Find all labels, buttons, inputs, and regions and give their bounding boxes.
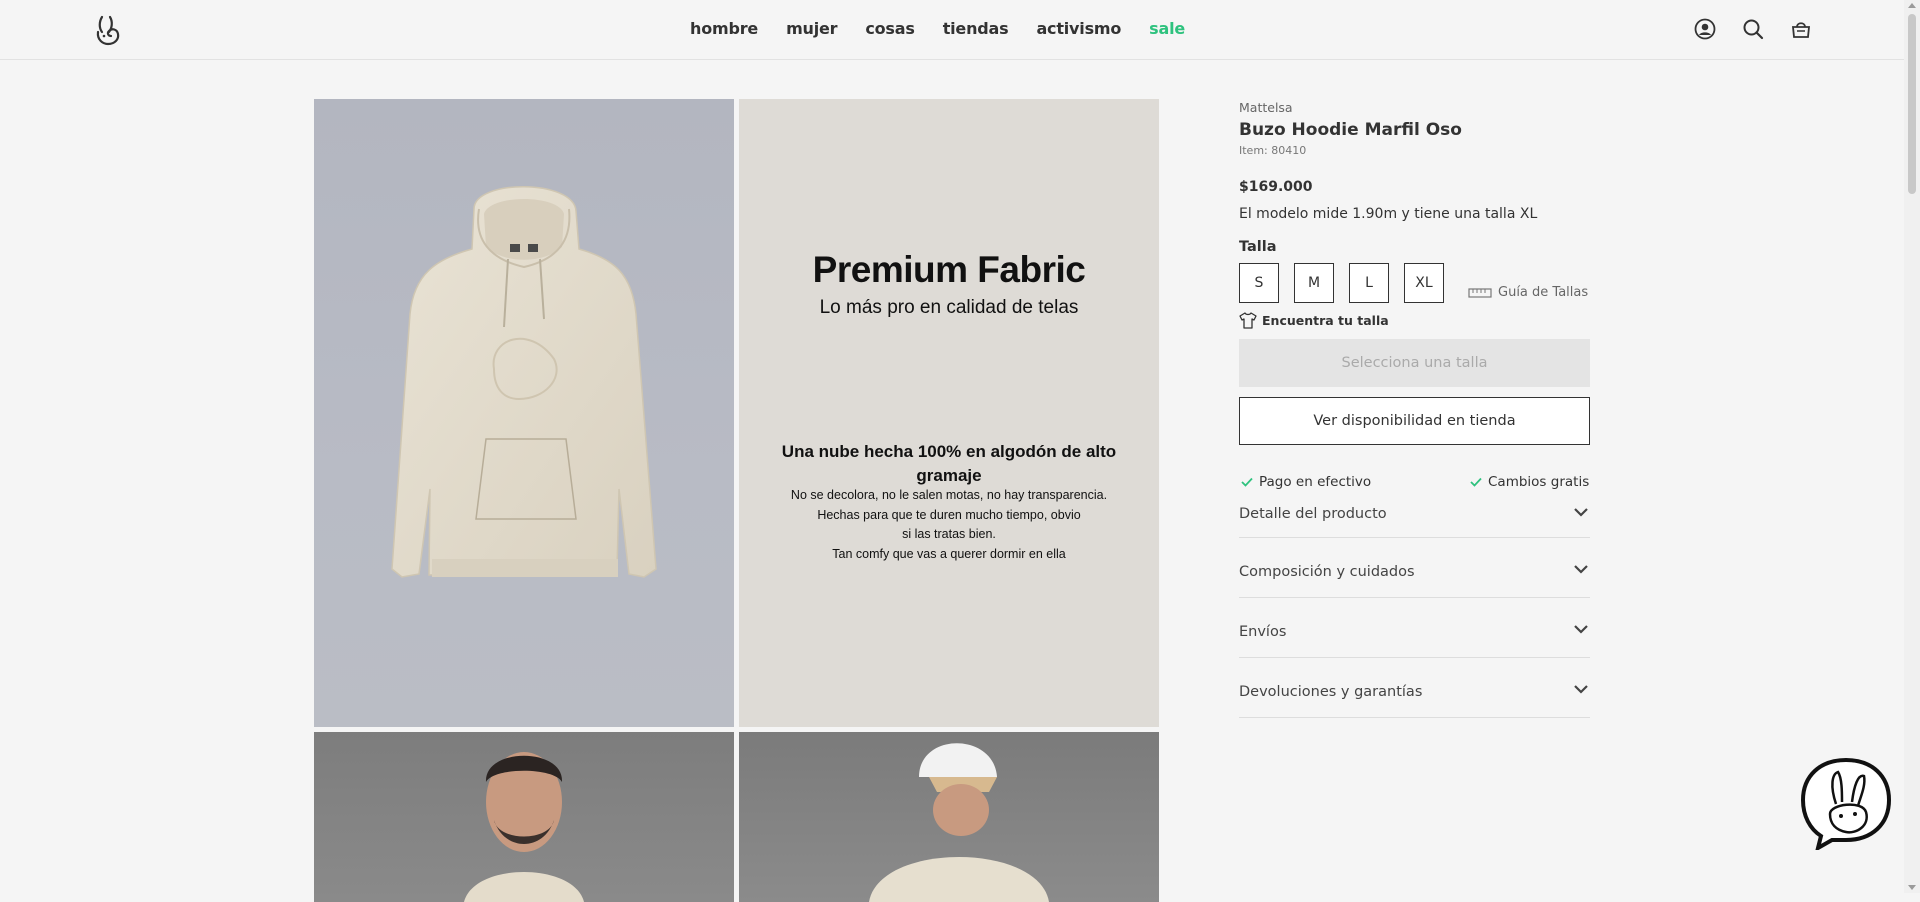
model-portrait-illustration xyxy=(464,752,584,902)
check-icon xyxy=(1241,477,1253,487)
product-image-model-cap[interactable] xyxy=(739,732,1159,902)
size-option-xl[interactable]: XL xyxy=(1404,263,1444,303)
promo-line: Hechas para que te duren mucho tiempo, o… xyxy=(817,507,1081,522)
model-cap-illustration xyxy=(869,743,1049,902)
perks-row: Pago en efectivo Cambios gratis xyxy=(1239,474,1590,492)
chevron-down-icon xyxy=(1574,685,1588,694)
promo-body: No se decolora, no le salen motas, no ha… xyxy=(779,486,1119,564)
chevron-down-icon xyxy=(1574,565,1588,574)
nav-hombre[interactable]: hombre xyxy=(690,19,758,38)
promo-line: Tan comfy que vas a querer dormir en ell… xyxy=(832,546,1066,561)
promo-title: Premium Fabric xyxy=(812,249,1086,290)
product-image-model-portrait[interactable] xyxy=(314,732,734,902)
scroll-down-arrow-icon[interactable] xyxy=(1908,885,1916,890)
user-icon[interactable] xyxy=(1694,18,1716,40)
nav-tiendas[interactable]: tiendas xyxy=(943,19,1009,38)
size-guide-link[interactable]: Guía de Tallas xyxy=(1468,285,1588,300)
page-scrollbar[interactable] xyxy=(1904,0,1920,893)
accordion-label: Devoluciones y garantías xyxy=(1239,684,1423,700)
size-option-l[interactable]: L xyxy=(1349,263,1389,303)
product-image-promo[interactable]: Premium Fabric Lo más pro en calidad de … xyxy=(739,99,1159,727)
accordion-composition[interactable]: Composición y cuidados xyxy=(1239,538,1590,598)
accordion-returns[interactable]: Devoluciones y garantías xyxy=(1239,658,1590,718)
main-nav: hombre mujer cosas tiendas activismo sal… xyxy=(690,19,1213,38)
product-info: Mattelsa Buzo Hoodie Marfil Oso Item: 80… xyxy=(1239,100,1590,718)
store-availability-button[interactable]: Ver disponibilidad en tienda xyxy=(1239,397,1590,445)
accordion-label: Composición y cuidados xyxy=(1239,564,1415,580)
product-price: $169.000 xyxy=(1239,179,1313,195)
nav-cosas[interactable]: cosas xyxy=(865,19,915,38)
tshirt-icon xyxy=(1239,312,1257,329)
promo-line: No se decolora, no le salen motas, no ha… xyxy=(790,488,1108,502)
size-option-m[interactable]: M xyxy=(1294,263,1334,303)
chevron-down-icon xyxy=(1574,508,1588,517)
perk-label: Cambios gratis xyxy=(1488,474,1590,490)
brand-logo-icon[interactable] xyxy=(94,14,122,46)
size-option-s[interactable]: S xyxy=(1239,263,1279,303)
nav-activismo[interactable]: activismo xyxy=(1036,19,1121,38)
perk-cash: Pago en efectivo xyxy=(1241,474,1371,490)
accordion-product-detail[interactable]: Detalle del producto xyxy=(1239,492,1590,538)
find-size-label: Encuentra tu talla xyxy=(1262,313,1389,328)
size-guide-label: Guía de Tallas xyxy=(1498,285,1589,300)
chevron-down-icon xyxy=(1574,625,1588,634)
check-icon xyxy=(1470,477,1482,487)
search-icon[interactable] xyxy=(1742,18,1764,40)
product-title: Buzo Hoodie Marfil Oso xyxy=(1239,120,1462,140)
scroll-up-arrow-icon[interactable] xyxy=(1908,3,1916,8)
find-size-link[interactable]: Encuentra tu talla xyxy=(1239,312,1590,329)
promo-line: si las tratas bien. xyxy=(902,527,996,541)
size-label: Talla xyxy=(1239,239,1277,255)
nav-sale[interactable]: sale xyxy=(1149,19,1185,38)
promo-heading: Una nube hecha 100% en algodón de alto g… xyxy=(781,442,1117,485)
product-image-front[interactable] xyxy=(314,99,734,727)
accordion-label: Detalle del producto xyxy=(1239,506,1387,522)
product-brand[interactable]: Mattelsa xyxy=(1239,100,1590,115)
site-header: hombre mujer cosas tiendas activismo sal… xyxy=(0,0,1904,60)
scrollbar-thumb[interactable] xyxy=(1908,14,1916,194)
perk-free-exchange: Cambios gratis xyxy=(1470,474,1589,490)
perk-label: Pago en efectivo xyxy=(1259,474,1372,490)
product-item-code: Item: 80410 xyxy=(1239,144,1307,157)
header-actions xyxy=(1694,18,1812,40)
ruler-icon xyxy=(1468,287,1492,298)
chat-bunny-icon[interactable] xyxy=(1800,756,1892,850)
accordion-shipping[interactable]: Envíos xyxy=(1239,598,1590,658)
bag-icon[interactable] xyxy=(1790,18,1812,40)
accordion-label: Envíos xyxy=(1239,624,1287,640)
hoodie-illustration xyxy=(391,186,657,578)
select-size-button[interactable]: Selecciona una talla xyxy=(1239,339,1590,387)
model-note: El modelo mide 1.90m y tiene una talla X… xyxy=(1239,206,1538,222)
nav-mujer[interactable]: mujer xyxy=(786,19,837,38)
promo-subtitle: Lo más pro en calidad de telas xyxy=(819,297,1079,318)
size-selector: S M L XL Guía de Tallas xyxy=(1239,263,1590,303)
